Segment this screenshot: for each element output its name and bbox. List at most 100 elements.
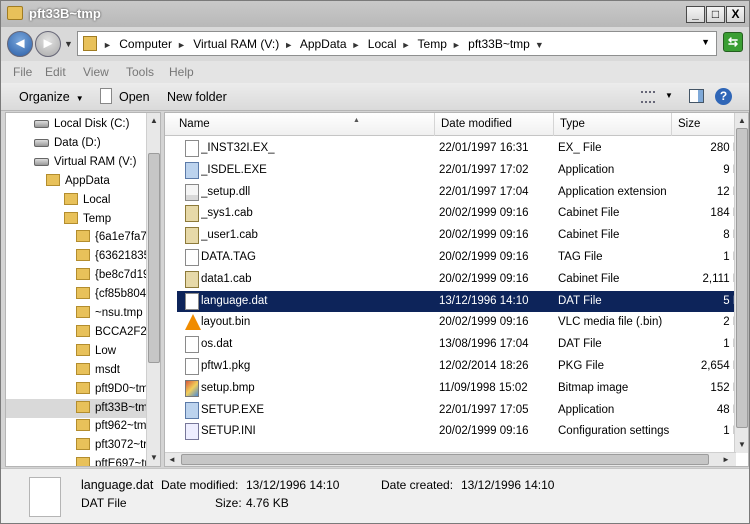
- scroll-right-icon[interactable]: ►: [720, 453, 732, 466]
- new-folder-button[interactable]: New folder: [167, 90, 227, 104]
- file-row[interactable]: DATA.TAG 20/02/1999 09:16 TAG File 1 I: [177, 247, 736, 269]
- view-options-icon[interactable]: [641, 91, 655, 103]
- file-date: 22/01/1997 16:31: [439, 142, 529, 154]
- file-row[interactable]: _sys1.cab 20/02/1999 09:16 Cabinet File 184…: [177, 203, 736, 225]
- help-icon[interactable]: ?: [715, 88, 732, 105]
- tree-item[interactable]: {6a1e7fa7: [6, 228, 148, 247]
- folder-icon: [7, 6, 23, 20]
- tree-item[interactable]: {be8c7d19: [6, 266, 150, 285]
- scroll-up-icon[interactable]: ▲: [148, 114, 160, 128]
- file-row[interactable]: _user1.cab 20/02/1999 09:16 Cabinet File 8 …: [177, 225, 736, 247]
- menu-file[interactable]: File: [13, 65, 32, 79]
- tree-item[interactable]: Virtual RAM (V:): [6, 153, 148, 172]
- file-row[interactable]: SETUP.INI 20/02/1999 09:16 Configuration s…: [177, 421, 736, 443]
- file-row[interactable]: _ISDEL.EXE 22/01/1997 17:02 Application 9 I: [177, 160, 736, 182]
- tree-item[interactable]: BCCA2F25: [6, 323, 153, 342]
- file-icon: [100, 88, 112, 104]
- open-button[interactable]: Open: [119, 90, 150, 104]
- history-dropdown-icon[interactable]: ▼: [64, 39, 73, 49]
- file-size: 152 I: [710, 381, 736, 394]
- tree-item[interactable]: pftE697~tr: [6, 455, 148, 466]
- address-bar[interactable]: ► Computer ► Virtual RAM (V:) ► AppData ► L…: [77, 31, 717, 56]
- tree-item[interactable]: Data (D:): [6, 134, 148, 153]
- file-row[interactable]: SETUP.EXE 22/01/1997 17:05 Application 48 I: [177, 400, 736, 422]
- breadcrumb-item[interactable]: AppData: [300, 37, 347, 51]
- tree-item-label: pft962~tm: [95, 420, 147, 433]
- details-created: 13/12/1996 14:10: [461, 478, 555, 492]
- scroll-up-icon[interactable]: ▲: [736, 114, 748, 128]
- organize-button[interactable]: Organize ▼: [19, 90, 84, 104]
- tree-item[interactable]: ~nsu.tmp: [6, 304, 148, 323]
- file-row[interactable]: language.dat 13/12/1996 14:10 DAT File 5 I: [177, 290, 736, 313]
- file-type: Application: [558, 403, 615, 416]
- list-scrollbar[interactable]: ▲ ▼: [734, 113, 748, 453]
- close-button[interactable]: X: [726, 6, 745, 23]
- chevron-down-icon[interactable]: ▼: [665, 91, 673, 100]
- chevron-down-icon[interactable]: ▼: [535, 40, 544, 50]
- chevron-right-icon[interactable]: ►: [352, 40, 361, 50]
- menu-help[interactable]: Help: [169, 65, 194, 79]
- forward-button[interactable]: ►: [35, 31, 61, 57]
- chevron-right-icon[interactable]: ►: [103, 40, 112, 50]
- tree-scrollbar[interactable]: ▲ ▼: [146, 113, 160, 466]
- title-bar[interactable]: pft33B~tmp _ □ X: [1, 1, 749, 27]
- file-size: 1 I: [723, 251, 736, 263]
- back-button[interactable]: ◄: [7, 31, 33, 57]
- column-size[interactable]: Size: [672, 113, 742, 136]
- menu-edit[interactable]: Edit: [45, 65, 66, 79]
- minimize-button[interactable]: _: [686, 6, 705, 23]
- scroll-thumb[interactable]: [148, 153, 160, 363]
- scroll-thumb[interactable]: [181, 454, 709, 465]
- tree-item[interactable]: pft33B~tm: [6, 398, 148, 418]
- folder-icon: [76, 343, 90, 356]
- file-row[interactable]: layout.bin 20/02/1999 09:16 VLC media file…: [177, 312, 736, 334]
- column-name[interactable]: Name ▲: [173, 113, 435, 136]
- file-row[interactable]: _setup.dll 22/01/1997 17:04 Application ex…: [177, 182, 736, 204]
- address-dropdown-icon[interactable]: ▼: [701, 37, 710, 47]
- breadcrumb-item[interactable]: Local: [368, 37, 397, 51]
- tree-item[interactable]: msdt: [6, 361, 148, 380]
- tree-item[interactable]: Low: [6, 342, 148, 361]
- file-type: Configuration settings: [558, 425, 670, 438]
- chevron-right-icon[interactable]: ►: [284, 40, 293, 50]
- breadcrumb-item[interactable]: Virtual RAM (V:): [193, 37, 279, 51]
- tree-item[interactable]: Local: [6, 191, 148, 210]
- folder-icon: [64, 192, 78, 205]
- column-type[interactable]: Type: [554, 113, 672, 136]
- file-type: DAT File: [558, 338, 602, 351]
- tree-item[interactable]: {cf85b804-: [6, 285, 150, 304]
- tree-item[interactable]: Local Disk (C:): [6, 115, 148, 134]
- scroll-thumb[interactable]: [736, 128, 748, 428]
- chevron-right-icon[interactable]: ►: [177, 40, 186, 50]
- preview-pane-icon[interactable]: [689, 89, 704, 103]
- scroll-left-icon[interactable]: ◄: [166, 453, 178, 466]
- menu-view[interactable]: View: [83, 65, 109, 79]
- maximize-button[interactable]: □: [706, 6, 725, 23]
- tree-item[interactable]: Temp: [6, 210, 148, 229]
- scroll-down-icon[interactable]: ▼: [148, 451, 160, 465]
- horizontal-scrollbar[interactable]: ◄ ►: [165, 452, 736, 466]
- file-row[interactable]: os.dat 13/08/1996 17:04 DAT File 1 I: [177, 334, 736, 356]
- file-row[interactable]: pftw1.pkg 12/02/2014 18:26 PKG File 2,654 I: [177, 356, 736, 378]
- tree-item[interactable]: pft3072~tr: [6, 436, 148, 455]
- tree-item[interactable]: {63621835: [6, 247, 150, 266]
- chevron-right-icon[interactable]: ►: [452, 40, 461, 50]
- file-size: 48 I: [716, 403, 736, 416]
- file-row[interactable]: data1.cab 20/02/1999 09:16 Cabinet File 2,1…: [177, 269, 736, 291]
- menu-tools[interactable]: Tools: [126, 65, 154, 79]
- file-size: 1 I: [723, 338, 736, 351]
- tree-item-label: pft33B~tm: [95, 401, 148, 414]
- tree-item-label: {be8c7d19: [95, 269, 150, 282]
- column-date[interactable]: Date modified: [435, 113, 554, 136]
- tree-item[interactable]: AppData: [6, 172, 148, 191]
- tree-item[interactable]: pft9D0~tm: [6, 380, 148, 399]
- refresh-button[interactable]: ⇆: [723, 32, 743, 52]
- file-row[interactable]: setup.bmp 11/09/1998 15:02 Bitmap image 152…: [177, 378, 736, 400]
- breadcrumb-item[interactable]: Computer: [119, 37, 172, 51]
- breadcrumb-item[interactable]: pft33B~tmp: [468, 37, 530, 51]
- chevron-right-icon[interactable]: ►: [401, 40, 410, 50]
- file-row[interactable]: _INST32I.EX_ 22/01/1997 16:31 EX_ File 280 …: [177, 138, 736, 160]
- breadcrumb-item[interactable]: Temp: [418, 37, 447, 51]
- tree-item[interactable]: pft962~tm: [6, 417, 148, 436]
- scroll-down-icon[interactable]: ▼: [736, 438, 748, 452]
